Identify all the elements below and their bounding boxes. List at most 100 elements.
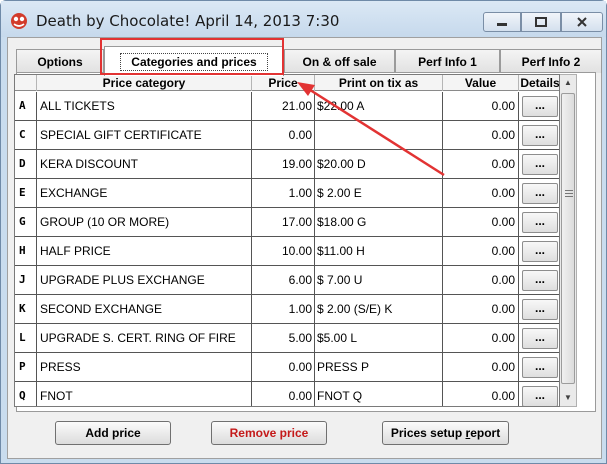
tab-options[interactable]: Options [16, 49, 104, 73]
details-button[interactable]: ... [522, 299, 558, 320]
maximize-button[interactable] [521, 12, 561, 32]
cell-code[interactable]: L [15, 324, 37, 352]
cell-price[interactable]: 6.00 [252, 266, 315, 294]
cell-print-on-tix[interactable]: $ 2.00 E [315, 179, 443, 207]
table-row[interactable]: A ALL TICKETS 21.00 $22.00 A 0.00... [15, 92, 559, 121]
details-button[interactable]: ... [522, 328, 558, 349]
tab-perf-info-2[interactable]: Perf Info 2 [500, 49, 602, 73]
table-row[interactable]: C SPECIAL GIFT CERTIFICATE 0.00 0.00... [15, 121, 559, 150]
cell-price[interactable]: 0.00 [252, 382, 315, 406]
prices-setup-report-button[interactable]: Prices setup report [382, 421, 509, 445]
cell-price[interactable]: 1.00 [252, 295, 315, 323]
title-bar[interactable]: Death by Chocolate! April 14, 2013 7:30 [1, 1, 606, 37]
cell-price-category[interactable]: PRESS [37, 353, 252, 381]
cell-value[interactable]: 0.00 [443, 179, 519, 207]
cell-price[interactable]: 19.00 [252, 150, 315, 178]
cell-print-on-tix[interactable]: $5.00 L [315, 324, 443, 352]
table-row[interactable]: P PRESS 0.00 PRESS P 0.00... [15, 353, 559, 382]
cell-value[interactable]: 0.00 [443, 92, 519, 120]
tab-categories-and-prices[interactable]: Categories and prices [104, 46, 284, 76]
header-print-on-tix[interactable]: Print on tix as [315, 75, 443, 91]
details-button[interactable]: ... [522, 212, 558, 233]
details-button[interactable]: ... [522, 386, 558, 406]
cell-value[interactable]: 0.00 [443, 353, 519, 381]
cell-price[interactable]: 0.00 [252, 353, 315, 381]
header-price[interactable]: Price [252, 75, 315, 91]
table-row[interactable]: J UPGRADE PLUS EXCHANGE 6.00 $ 7.00 U 0.00..… [15, 266, 559, 295]
cell-value[interactable]: 0.00 [443, 382, 519, 406]
cell-code[interactable]: J [15, 266, 37, 294]
cell-print-on-tix[interactable] [315, 121, 443, 149]
tab-on-off-sale[interactable]: On & off sale [284, 49, 395, 73]
cell-code[interactable]: A [15, 92, 37, 120]
cell-value[interactable]: 0.00 [443, 266, 519, 294]
cell-code[interactable]: K [15, 295, 37, 323]
minimize-button[interactable] [483, 12, 521, 32]
cell-code[interactable]: H [15, 237, 37, 265]
cell-value[interactable]: 0.00 [443, 324, 519, 352]
cell-code[interactable]: D [15, 150, 37, 178]
table-row[interactable]: E EXCHANGE 1.00 $ 2.00 E 0.00... [15, 179, 559, 208]
details-button[interactable]: ... [522, 154, 558, 175]
cell-price-category[interactable]: FNOT [37, 382, 252, 406]
cell-print-on-tix[interactable]: $22.00 A [315, 92, 443, 120]
cell-price[interactable]: 10.00 [252, 237, 315, 265]
cell-value[interactable]: 0.00 [443, 237, 519, 265]
details-button[interactable]: ... [522, 125, 558, 146]
cell-print-on-tix[interactable]: PRESS P [315, 353, 443, 381]
header-details[interactable]: Details [519, 75, 559, 91]
cell-code[interactable]: E [15, 179, 37, 207]
cell-price-category[interactable]: SPECIAL GIFT CERTIFICATE [37, 121, 252, 149]
cell-print-on-tix[interactable]: FNOT Q [315, 382, 443, 406]
cell-price[interactable]: 17.00 [252, 208, 315, 236]
close-button[interactable] [561, 12, 603, 32]
cell-price[interactable]: 5.00 [252, 324, 315, 352]
cell-price-category[interactable]: ALL TICKETS [37, 92, 252, 120]
cell-price-category[interactable]: KERA DISCOUNT [37, 150, 252, 178]
details-button[interactable]: ... [522, 357, 558, 378]
cell-price[interactable]: 21.00 [252, 92, 315, 120]
cell-price-category[interactable]: EXCHANGE [37, 179, 252, 207]
table-row[interactable]: K SECOND EXCHANGE 1.00 $ 2.00 (S/E) K 0.00..… [15, 295, 559, 324]
cell-price[interactable]: 1.00 [252, 179, 315, 207]
grid-scrollbar[interactable]: ▲ ▼ [560, 74, 577, 407]
cell-code[interactable]: P [15, 353, 37, 381]
table-row[interactable]: H HALF PRICE 10.00 $11.00 H 0.00... [15, 237, 559, 266]
scroll-down-icon[interactable]: ▼ [560, 390, 576, 406]
scroll-thumb[interactable] [561, 93, 575, 384]
table-row[interactable]: D KERA DISCOUNT 19.00 $20.00 D 0.00... [15, 150, 559, 179]
cell-value[interactable]: 0.00 [443, 150, 519, 178]
tab-perf-info-1[interactable]: Perf Info 1 [395, 49, 500, 73]
cell-print-on-tix[interactable]: $ 2.00 (S/E) K [315, 295, 443, 323]
cell-price[interactable]: 0.00 [252, 121, 315, 149]
details-button[interactable]: ... [522, 241, 558, 262]
add-price-button[interactable]: Add price [55, 421, 171, 445]
cell-code[interactable]: G [15, 208, 37, 236]
cell-price-category[interactable]: GROUP (10 OR MORE) [37, 208, 252, 236]
details-button[interactable]: ... [522, 183, 558, 204]
cell-print-on-tix[interactable]: $ 7.00 U [315, 266, 443, 294]
dialog-client-area: Options Categories and prices On & off s… [7, 37, 602, 459]
cell-print-on-tix[interactable]: $18.00 G [315, 208, 443, 236]
cell-value[interactable]: 0.00 [443, 121, 519, 149]
header-value[interactable]: Value [443, 75, 519, 91]
cell-price-category[interactable]: SECOND EXCHANGE [37, 295, 252, 323]
cell-value[interactable]: 0.00 [443, 208, 519, 236]
table-row[interactable]: G GROUP (10 OR MORE) 17.00 $18.00 G 0.00... [15, 208, 559, 237]
cell-print-on-tix[interactable]: $11.00 H [315, 237, 443, 265]
cell-price-category[interactable]: UPGRADE PLUS EXCHANGE [37, 266, 252, 294]
cell-price-category[interactable]: HALF PRICE [37, 237, 252, 265]
cell-value[interactable]: 0.00 [443, 295, 519, 323]
header-price-category[interactable]: Price category [37, 75, 252, 91]
table-row[interactable]: L UPGRADE S. CERT. RING OF FIRE 5.00 $5.00 … [15, 324, 559, 353]
cell-code[interactable]: C [15, 121, 37, 149]
cell-code[interactable]: Q [15, 382, 37, 406]
details-button[interactable]: ... [522, 96, 558, 117]
cell-price-category[interactable]: UPGRADE S. CERT. RING OF FIRE [37, 324, 252, 352]
remove-price-button[interactable]: Remove price [211, 421, 327, 445]
price-category-grid[interactable]: Price category Price Print on tix as Val… [14, 74, 560, 407]
scroll-up-icon[interactable]: ▲ [560, 75, 576, 91]
table-row[interactable]: Q FNOT 0.00 FNOT Q 0.00... [15, 382, 559, 406]
cell-print-on-tix[interactable]: $20.00 D [315, 150, 443, 178]
details-button[interactable]: ... [522, 270, 558, 291]
